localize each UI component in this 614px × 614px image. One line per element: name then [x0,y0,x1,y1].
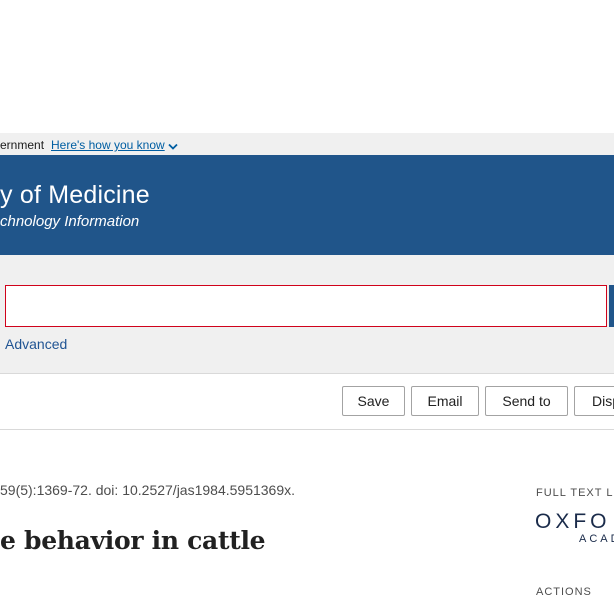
heres-how-you-know-link[interactable]: Here's how you know [51,138,178,152]
article-citation: 59(5):1369-72. doi: 10.2527/jas1984.5951… [0,482,296,498]
site-header: y of Medicine chnology Information [0,155,614,255]
gov-banner-text: ernment [0,138,45,152]
search-button[interactable] [609,285,614,327]
gov-banner: ernment Here's how you know [0,133,614,155]
header-title[interactable]: y of Medicine [0,181,150,210]
page: ernment Here's how you know y of Medicin… [0,0,614,614]
actions-heading: ACTIONS [536,586,592,598]
save-button[interactable]: Save [342,386,405,416]
advanced-search-link[interactable]: Advanced [5,336,67,352]
display-options-button[interactable]: Disp [574,386,614,416]
article-title: e behavior in cattle [0,526,266,555]
oxford-academic-logo[interactable]: OXFO ACAD [535,511,614,546]
toolbar-divider-bottom [0,429,614,430]
search-input[interactable] [5,285,607,327]
chevron-down-icon [168,143,178,150]
logo-text-bottom: ACAD [579,533,614,545]
article-toolbar: Save Email Send to Disp [0,374,614,430]
heres-how-you-know-label: Here's how you know [51,138,165,152]
logo-text-top: OXFO [535,510,611,533]
send-to-button[interactable]: Send to [485,386,568,416]
email-button[interactable]: Email [411,386,479,416]
search-area: Advanced [0,255,614,373]
header-subtitle: chnology Information [0,213,140,230]
full-text-links-heading: FULL TEXT LI [536,487,614,499]
